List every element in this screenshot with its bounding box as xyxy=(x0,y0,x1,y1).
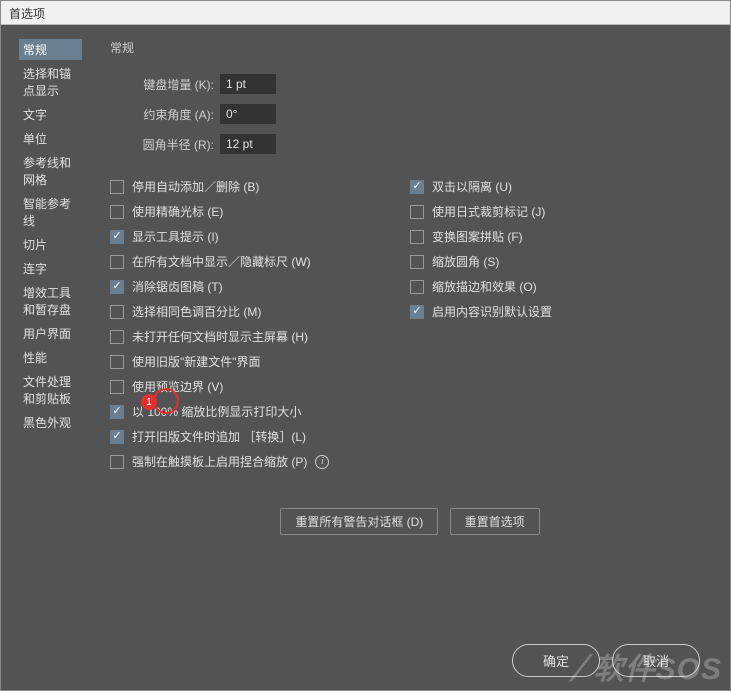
checkbox[interactable] xyxy=(110,205,124,219)
sidebar: 常规选择和锚点显示文字单位参考线和网格智能参考线切片连字增效工具和暂存盘用户界面… xyxy=(1,25,90,630)
checkbox-label: 显示工具提示 (I) xyxy=(132,228,219,245)
checkbox[interactable] xyxy=(110,405,124,419)
checkbox[interactable] xyxy=(410,280,424,294)
checkbox-row[interactable]: 消除锯齿图稿 (T) xyxy=(110,278,410,295)
checkbox-label: 停用自动添加／删除 (B) xyxy=(132,178,259,195)
checkbox-label: 使用旧版"新建文件"界面 xyxy=(132,353,261,370)
ok-button[interactable]: 确定 xyxy=(512,644,600,677)
sidebar-item[interactable]: 参考线和网格 xyxy=(19,152,82,190)
checkbox-row[interactable]: 缩放圆角 (S) xyxy=(410,253,710,270)
checkbox-row[interactable]: 缩放描边和效果 (O) xyxy=(410,278,710,295)
checkbox-row[interactable]: 使用旧版"新建文件"界面 xyxy=(110,353,410,370)
checkbox-label: 消除锯齿图稿 (T) xyxy=(132,278,223,295)
checkbox-columns: 停用自动添加／删除 (B) 使用精确光标 (E) 显示工具提示 (I) 在所有文档中显… xyxy=(110,178,710,478)
sidebar-item[interactable]: 性能 xyxy=(19,347,82,368)
constrain-angle-input[interactable] xyxy=(220,104,276,124)
checkbox[interactable] xyxy=(110,380,124,394)
section-title: 常规 xyxy=(110,39,710,56)
window-title: 首选项 xyxy=(9,7,45,21)
sidebar-item[interactable]: 文字 xyxy=(19,104,82,125)
checkbox[interactable] xyxy=(110,230,124,244)
sidebar-item[interactable]: 文件处理和剪贴板 xyxy=(19,371,82,409)
reset-prefs-button[interactable]: 重置首选项 xyxy=(450,508,540,535)
checkbox-row[interactable]: 选择相同色调百分比 (M) xyxy=(110,303,410,320)
sidebar-item[interactable]: 选择和锚点显示 xyxy=(19,63,82,101)
sidebar-item[interactable]: 增效工具和暂存盘 xyxy=(19,282,82,320)
checkbox[interactable] xyxy=(110,330,124,344)
checkbox-row[interactable]: 显示工具提示 (I) xyxy=(110,228,410,245)
sidebar-item[interactable]: 单位 xyxy=(19,128,82,149)
checkbox[interactable] xyxy=(410,205,424,219)
checkbox[interactable] xyxy=(110,305,124,319)
checkbox-row[interactable]: 使用预览边界 (V) xyxy=(110,378,410,395)
checkbox[interactable] xyxy=(410,255,424,269)
sidebar-item[interactable]: 用户界面 xyxy=(19,323,82,344)
checkbox[interactable] xyxy=(110,180,124,194)
checkbox-label: 在所有文档中显示／隐藏标尺 (W) xyxy=(132,253,311,270)
checkbox-row[interactable]: 使用日式裁剪标记 (J) xyxy=(410,203,710,220)
checkbox-row[interactable]: 停用自动添加／删除 (B) xyxy=(110,178,410,195)
checkbox[interactable] xyxy=(110,280,124,294)
field-label: 圆角半径 (R): xyxy=(110,136,220,153)
field-constrain-angle: 约束角度 (A): xyxy=(110,104,710,124)
checkbox-column-right: 双击以隔离 (U) 使用日式裁剪标记 (J) 变换图案拼贴 (F) 缩放圆角 (S) 缩… xyxy=(410,178,710,478)
sidebar-item[interactable]: 智能参考线 xyxy=(19,193,82,231)
checkbox-row[interactable]: 强制在触摸板上启用捏合缩放 (P) i xyxy=(110,453,410,470)
checkbox-label: 缩放描边和效果 (O) xyxy=(432,278,537,295)
checkbox-label: 使用预览边界 (V) xyxy=(132,378,223,395)
checkbox[interactable] xyxy=(110,430,124,444)
checkbox-label: 变换图案拼贴 (F) xyxy=(432,228,523,245)
checkbox-row[interactable]: 未打开任何文档时显示主屏幕 (H) xyxy=(110,328,410,345)
checkbox-label: 双击以隔离 (U) xyxy=(432,178,512,195)
footer: 确定 取消 xyxy=(1,630,730,690)
checkbox[interactable] xyxy=(410,230,424,244)
checkbox[interactable] xyxy=(410,305,424,319)
sidebar-item[interactable]: 切片 xyxy=(19,234,82,255)
checkbox-label: 打开旧版文件时追加 ［转换］(L) xyxy=(132,428,306,445)
checkbox-row[interactable]: 以 100% 缩放比例显示打印大小 xyxy=(110,403,410,420)
checkbox-row[interactable]: 变换图案拼贴 (F) xyxy=(410,228,710,245)
checkbox-label: 使用日式裁剪标记 (J) xyxy=(432,203,545,220)
sidebar-item[interactable]: 常规 xyxy=(19,39,82,60)
checkbox-label: 未打开任何文档时显示主屏幕 (H) xyxy=(132,328,308,345)
info-icon[interactable]: i xyxy=(315,455,329,469)
field-keyboard-increment: 键盘增量 (K): xyxy=(110,74,710,94)
checkbox-row[interactable]: 使用精确光标 (E) xyxy=(110,203,410,220)
checkbox[interactable] xyxy=(110,455,124,469)
checkbox-label: 选择相同色调百分比 (M) xyxy=(132,303,261,320)
checkbox-row[interactable]: 启用内容识别默认设置 xyxy=(410,303,710,320)
window-content: 常规选择和锚点显示文字单位参考线和网格智能参考线切片连字增效工具和暂存盘用户界面… xyxy=(1,25,730,630)
corner-radius-input[interactable] xyxy=(220,134,276,154)
checkbox-label: 启用内容识别默认设置 xyxy=(432,303,552,320)
checkbox-label: 使用精确光标 (E) xyxy=(132,203,223,220)
checkbox-row[interactable]: 在所有文档中显示／隐藏标尺 (W) xyxy=(110,253,410,270)
preferences-window: 首选项 常规选择和锚点显示文字单位参考线和网格智能参考线切片连字增效工具和暂存盘… xyxy=(0,0,731,691)
checkbox[interactable] xyxy=(410,180,424,194)
reset-dialogs-button[interactable]: 重置所有警告对话框 (D) xyxy=(280,508,438,535)
checkbox-row[interactable]: 双击以隔离 (U) xyxy=(410,178,710,195)
field-label: 键盘增量 (K): xyxy=(110,76,220,93)
cancel-button[interactable]: 取消 xyxy=(612,644,700,677)
checkbox[interactable] xyxy=(110,355,124,369)
reset-row: 重置所有警告对话框 (D) 重置首选项 xyxy=(110,508,710,535)
checkbox[interactable] xyxy=(110,255,124,269)
checkbox-label: 以 100% 缩放比例显示打印大小 xyxy=(132,403,301,420)
sidebar-item[interactable]: 黑色外观 xyxy=(19,412,82,433)
keyboard-increment-input[interactable] xyxy=(220,74,276,94)
field-corner-radius: 圆角半径 (R): xyxy=(110,134,710,154)
checkbox-column-left: 停用自动添加／删除 (B) 使用精确光标 (E) 显示工具提示 (I) 在所有文档中显… xyxy=(110,178,410,478)
sidebar-item[interactable]: 连字 xyxy=(19,258,82,279)
checkbox-row[interactable]: 打开旧版文件时追加 ［转换］(L) xyxy=(110,428,410,445)
window-titlebar: 首选项 xyxy=(1,1,730,25)
main-panel: 常规 键盘增量 (K): 约束角度 (A): 圆角半径 (R): 停用自动添加／… xyxy=(90,25,730,630)
checkbox-label: 缩放圆角 (S) xyxy=(432,253,499,270)
checkbox-label: 强制在触摸板上启用捏合缩放 (P) xyxy=(132,453,307,470)
field-label: 约束角度 (A): xyxy=(110,106,220,123)
